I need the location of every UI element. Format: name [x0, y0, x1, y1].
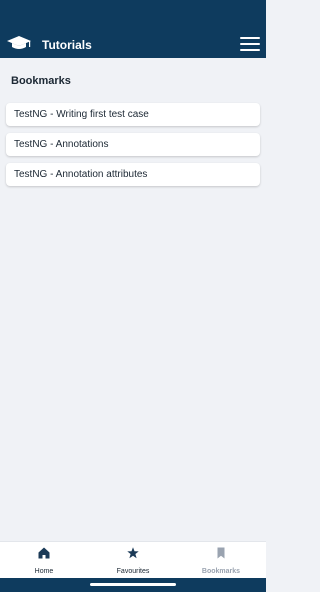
- bookmark-item[interactable]: TestNG - Annotation attributes: [6, 163, 260, 186]
- menu-icon-line: [240, 43, 260, 45]
- menu-icon-line: [240, 37, 260, 39]
- graduation-cap-icon: [7, 36, 31, 49]
- nav-favourites[interactable]: Favourites: [93, 542, 173, 579]
- app-header: Tutorials: [0, 0, 266, 58]
- bookmark-list: TestNG - Writing first test case TestNG …: [6, 103, 260, 193]
- menu-button[interactable]: [240, 37, 262, 53]
- nav-bookmarks[interactable]: Bookmarks: [181, 542, 261, 579]
- system-navigation-bar: [0, 578, 266, 592]
- bookmark-item[interactable]: TestNG - Annotations: [6, 133, 260, 156]
- nav-home-label: Home: [34, 568, 54, 575]
- menu-icon-line: [240, 49, 260, 51]
- home-icon: [38, 547, 50, 559]
- bookmark-icon: [217, 547, 225, 559]
- bookmark-item[interactable]: TestNG - Writing first test case: [6, 103, 260, 126]
- star-icon: [127, 547, 139, 559]
- gesture-handle[interactable]: [90, 583, 176, 586]
- nav-favourites-label: Favourites: [116, 568, 150, 575]
- nav-home[interactable]: Home: [4, 542, 84, 579]
- nav-bookmarks-label: Bookmarks: [201, 568, 241, 575]
- app-title: Tutorials: [42, 38, 92, 52]
- bottom-navigation: Home Favourites Bookmarks: [0, 541, 266, 578]
- page-title: Bookmarks: [11, 75, 71, 87]
